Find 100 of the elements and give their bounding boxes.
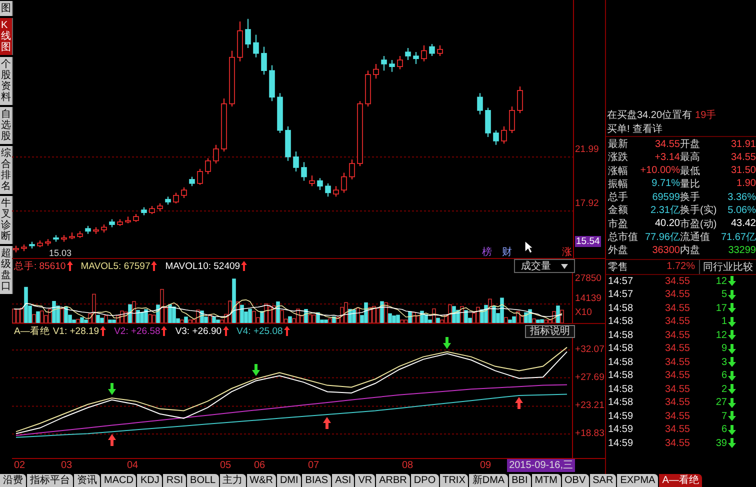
candlestick <box>205 158 211 175</box>
indicator-tab[interactable]: BBI <box>508 474 531 487</box>
indicator-tab[interactable]: DPO <box>410 474 439 487</box>
indicator-tab[interactable]: 主力 <box>220 474 246 487</box>
industry-compare-button[interactable]: 同行业比较 <box>699 260 756 274</box>
indicator-tab[interactable]: MTM <box>532 474 561 487</box>
down-arrow-icon <box>728 424 736 435</box>
date-label: 02 <box>14 460 26 471</box>
trade-time: 14:59 <box>608 410 634 422</box>
down-arrow-icon <box>728 398 736 408</box>
down-arrow-icon <box>728 316 736 327</box>
trade-price: 34.55 <box>664 276 690 287</box>
up-arrow-icon <box>222 326 229 336</box>
trade-price: 34.55 <box>664 343 690 354</box>
indicator-tab[interactable]: DMI <box>276 474 302 487</box>
indicator-tab[interactable]: BIAS <box>302 474 332 487</box>
sector-name: 零售 <box>608 260 628 274</box>
down-arrow-icon <box>728 303 736 314</box>
up-arrow-icon <box>515 397 524 410</box>
trade-time: 14:58 <box>608 316 634 328</box>
order-notice: 在买盘34.20位置有 <box>607 108 692 122</box>
indicator-tab[interactable]: KDJ <box>137 474 162 487</box>
indicator-tab[interactable]: 沿费 <box>0 474 26 487</box>
trade-time: 14:58 <box>608 356 634 368</box>
quote-label: 涨跌 <box>608 150 629 164</box>
trade-volume: 17 <box>714 302 728 314</box>
candlestick <box>373 63 379 80</box>
indicator-tab[interactable]: 资讯 <box>74 474 100 487</box>
sidebar-tab[interactable]: 牛叉诊断 <box>0 196 13 244</box>
down-arrow-icon <box>252 364 260 376</box>
trade-time: 14:59 <box>608 438 634 449</box>
sidebar-tab[interactable]: 图 <box>0 1 13 16</box>
down-arrow-icon <box>728 357 736 368</box>
quote-label: 换手 <box>680 190 701 204</box>
trade-volume: 1 <box>720 316 728 328</box>
indicator-help-button[interactable]: 指标说明 <box>525 324 575 338</box>
trade-volume: 12 <box>714 276 728 287</box>
quote-label: 量比 <box>680 178 701 191</box>
trade-time: 14:58 <box>608 330 634 341</box>
axis-label: 14139 <box>575 293 602 304</box>
axis-label: X10 <box>575 307 592 318</box>
down-arrow-icon <box>108 383 116 396</box>
quote-value: 40.20 <box>654 218 680 230</box>
indicator-tab[interactable]: VR <box>355 474 376 487</box>
sidebar-tab[interactable]: 超级盘口 <box>0 246 13 294</box>
quote-value: 43.42 <box>730 218 756 230</box>
quote-label: 市盈 <box>608 218 629 231</box>
quote-label: 最低 <box>680 164 701 178</box>
trade-volume: 6 <box>720 424 728 436</box>
candlestick <box>501 126 507 144</box>
quote-label: 金额 <box>608 204 629 218</box>
indicator-tab[interactable]: SAR <box>590 474 616 487</box>
quote-value: 5.06% <box>726 204 756 216</box>
candlestick <box>517 86 523 114</box>
indicator-tab[interactable]: A—看绝 <box>659 474 702 487</box>
up-arrow-icon <box>100 326 106 336</box>
event-marker[interactable]: 财 <box>502 245 512 259</box>
indicator-tab[interactable]: BOLL <box>187 474 219 487</box>
quote-label: 流通值 <box>680 230 711 244</box>
order-detail-link[interactable]: 买单! 查看详 <box>607 122 663 136</box>
date-label: 03 <box>61 460 72 471</box>
trade-price: 34.55 <box>664 410 690 422</box>
caret-icon <box>561 264 568 268</box>
axis-label: 17.92 <box>575 198 599 210</box>
sidebar-tab[interactable]: 个股资料 <box>0 57 13 105</box>
indicator-tab[interactable]: ARBR <box>376 474 410 487</box>
indicator-tab[interactable]: 新DMA <box>469 474 508 487</box>
down-arrow-icon <box>728 276 736 286</box>
quote-value: 34.55 <box>654 138 680 150</box>
down-arrow-icon <box>728 384 736 394</box>
indicator-tab[interactable]: RSI <box>163 474 186 487</box>
candlestick <box>181 186 187 199</box>
indicator-tab[interactable]: EXPMA <box>617 474 658 487</box>
quote-value: 69599 <box>651 192 680 203</box>
indicator-tab[interactable]: TRIX <box>440 474 468 487</box>
sidebar-tab[interactable]: 自选股 <box>0 107 13 144</box>
date-label: 09 <box>480 460 492 471</box>
sidebar-tab[interactable]: 综合排名 <box>0 146 13 194</box>
date-label: 08 <box>402 460 414 471</box>
trade-price: 34.55 <box>664 424 690 436</box>
indicator-tab[interactable]: 指标平台 <box>27 474 73 487</box>
indicator-tab[interactable]: W&R <box>246 474 276 487</box>
candlestick <box>437 44 443 57</box>
trade-volume: 5 <box>720 289 728 300</box>
price-label: 15.03 <box>48 248 73 258</box>
event-marker[interactable]: 榜 <box>482 245 492 259</box>
event-marker[interactable]: 涨 <box>562 245 572 259</box>
indicator-tab[interactable]: ASI <box>332 474 354 487</box>
indicator-tab[interactable]: OBV <box>562 474 589 487</box>
candlestick <box>245 18 251 49</box>
indicator-tab[interactable]: MACD <box>101 474 136 487</box>
up-arrow-icon <box>241 261 248 271</box>
quote-value: +3.14 <box>654 152 680 163</box>
legend-text: 总手: 85610 <box>14 260 66 272</box>
sidebar-tab[interactable]: K线图 <box>0 18 13 55</box>
date-label: 07 <box>308 460 320 471</box>
trade-volume: 39 <box>714 438 728 449</box>
indicator-dropdown[interactable]: 成交量 <box>514 259 575 273</box>
trade-price: 34.55 <box>664 384 690 395</box>
quote-label: 内盘 <box>680 244 701 258</box>
